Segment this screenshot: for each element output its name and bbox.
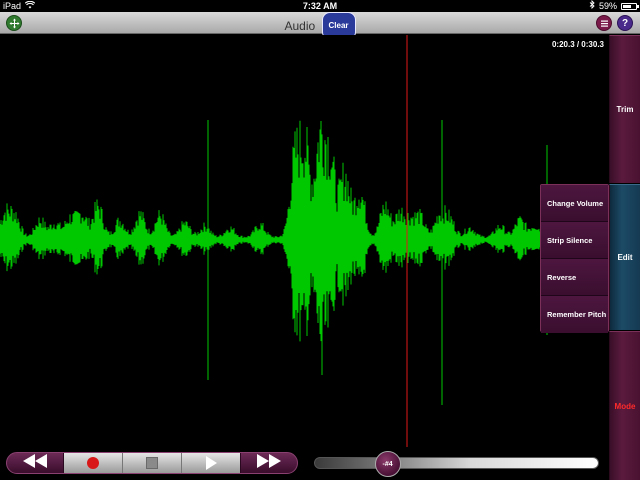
fast-forward-icon [257, 453, 281, 473]
edit-menu: Change Volume Strip Silence Reverse Reme… [540, 184, 609, 333]
battery-icon [621, 2, 639, 10]
pitch-slider[interactable]: -#4 [314, 451, 599, 477]
help-button[interactable]: ? [617, 15, 633, 31]
waveform-view[interactable] [0, 35, 608, 447]
status-bar: iPad 7:32 AM 59% [0, 0, 640, 12]
fast-forward-button[interactable] [240, 453, 297, 473]
tab-edit[interactable]: Edit [609, 184, 640, 330]
clock: 7:32 AM [302, 1, 338, 11]
title-bar: Audio Clear ? [0, 12, 640, 40]
list-icon[interactable] [596, 15, 612, 31]
strip-silence-item[interactable]: Strip Silence [541, 222, 608, 259]
stop-button[interactable] [123, 453, 182, 473]
title-label: Audio [284, 19, 316, 33]
rewind-button[interactable] [7, 453, 64, 473]
timecode: 0:20.3 / 0:30.3 [551, 40, 604, 49]
bluetooth-icon [589, 0, 595, 12]
waveform-path [0, 120, 608, 342]
record-button[interactable] [64, 453, 123, 473]
pitch-slider-knob[interactable]: -#4 [374, 451, 401, 477]
play-button[interactable] [182, 453, 240, 473]
change-volume-item[interactable]: Change Volume [541, 185, 608, 222]
battery-percent: 59% [598, 1, 617, 11]
reverse-item[interactable]: Reverse [541, 259, 608, 296]
play-icon [205, 456, 217, 470]
tab-trim[interactable]: Trim [609, 35, 640, 183]
stop-icon [146, 457, 158, 469]
transport-controls [6, 452, 298, 474]
rewind-icon [23, 453, 47, 473]
bottom-toolbar: -#4 [0, 447, 609, 480]
page-title: Audio Clear [0, 12, 640, 40]
remember-pitch-item[interactable]: Remember Pitch [541, 296, 608, 333]
waveform[interactable] [0, 35, 608, 447]
record-icon [87, 457, 99, 469]
tab-mode[interactable]: Mode [609, 331, 640, 480]
